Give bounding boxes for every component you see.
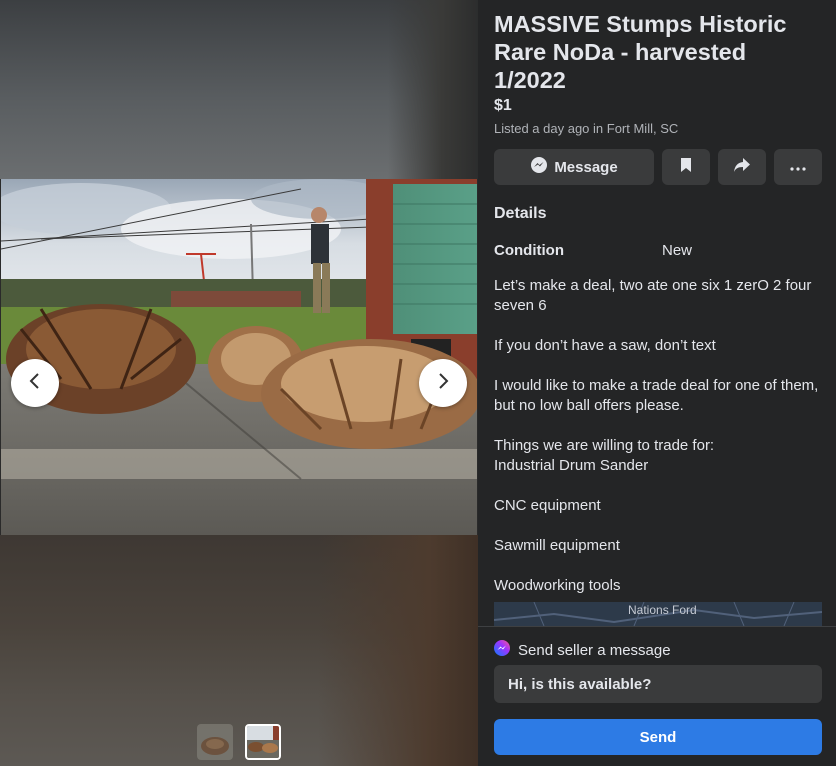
photo-gallery [0,0,478,766]
description-line: seven 6 [494,297,547,314]
share-button[interactable] [718,149,766,185]
description-line: Sawmill equipment [494,537,620,554]
seller-message-heading-label: Send seller a message [518,642,671,659]
description-line: Industrial Drum Sander [494,457,649,474]
description-line: CNC equipment [494,497,601,514]
description-line: but no low ball offers please. [494,397,684,414]
listing-title: MASSIVE Stumps Historic Rare NoDa - harv… [494,11,787,93]
condition-label: Condition [494,242,564,259]
description-line: Let’s make a deal, two ate one six 1 zer… [494,277,812,294]
more-options-button[interactable] [774,149,822,185]
seller-message-heading: Send seller a message [494,640,671,661]
description-line: Things we are willing to trade for: [494,437,715,454]
share-arrow-icon [733,157,751,178]
description-line: If you don’t have a saw, don’t text [494,337,716,354]
next-photo-button[interactable] [419,359,467,407]
blurred-backdrop-bottom [0,535,478,766]
condition-value: New [662,242,693,259]
send-button[interactable]: Send [494,719,822,755]
description-line: Woodworking tools [494,577,621,594]
listing-meta: Listed a day ago in Fort Mill, SC [494,121,679,136]
photo-thumbnail[interactable] [197,724,233,760]
message-button-label: Message [554,158,618,176]
more-dots-icon [790,158,806,176]
message-input[interactable] [494,665,822,703]
chevron-left-icon [25,371,45,396]
photo-thumbnail-selected[interactable] [245,724,281,760]
previous-photo-button[interactable] [11,359,59,407]
seller-message-section: Send seller a message Send [478,626,836,766]
listing-photo[interactable] [1,179,477,535]
bookmark-icon [679,157,693,178]
location-map[interactable]: Nations Ford [494,602,822,626]
save-button[interactable] [662,149,710,185]
messenger-icon [494,640,510,661]
listing-description: Let’s make a deal, two ate one six 1 zer… [494,276,828,596]
blurred-backdrop-top [0,0,478,179]
details-heading: Details [494,205,547,222]
listing-price: $1 [494,97,512,114]
map-place-label: Nations Ford [628,603,697,617]
description-line: I would like to make a trade deal for on… [494,377,819,394]
message-button[interactable]: Message [494,149,654,185]
listing-details-panel: MASSIVE Stumps Historic Rare NoDa - harv… [478,0,836,766]
messenger-icon [530,156,548,179]
chevron-right-icon [433,371,453,396]
